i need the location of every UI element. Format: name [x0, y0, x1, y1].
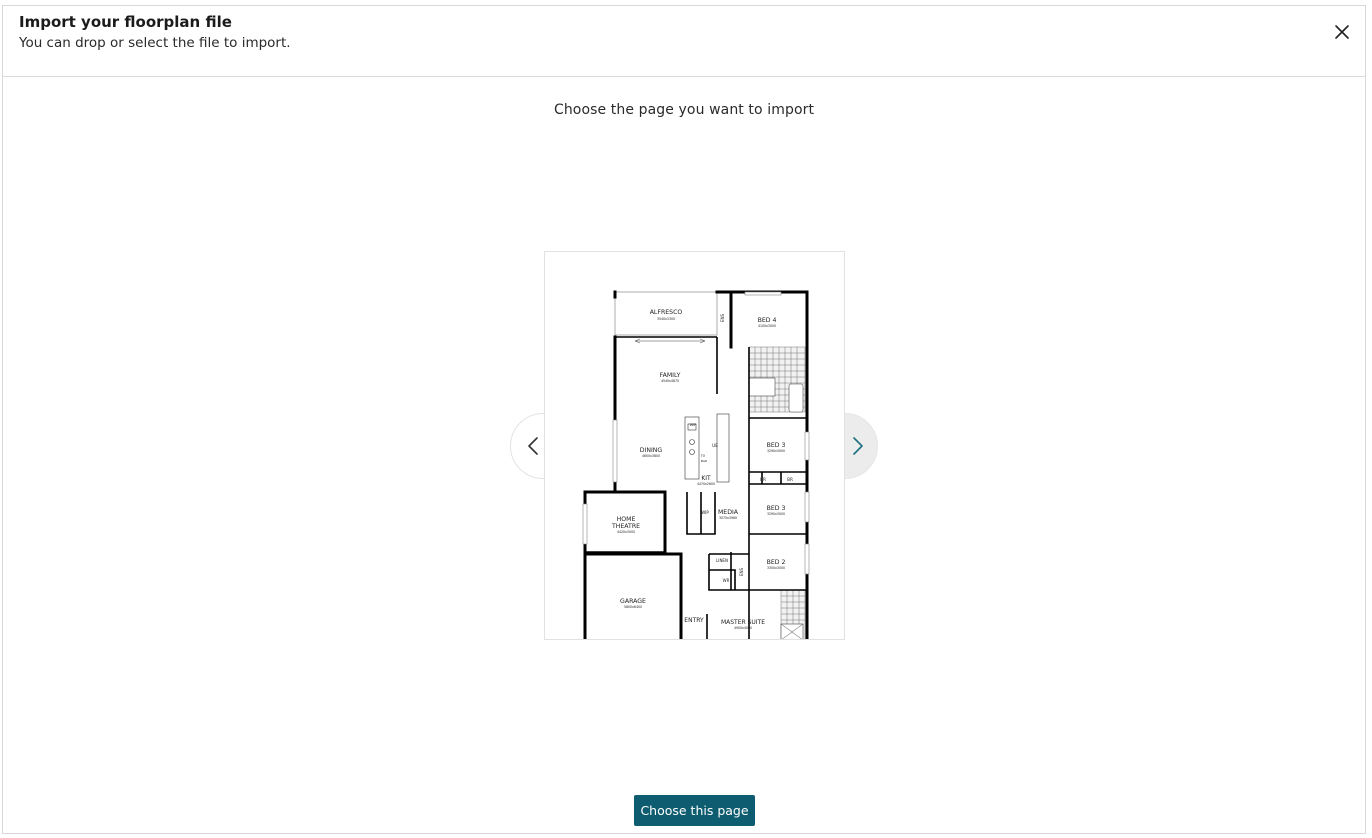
- svg-text:BR: BR: [760, 477, 766, 482]
- svg-text:MASTER SUITE: MASTER SUITE: [721, 619, 765, 626]
- svg-text:BED 3: BED 3: [767, 505, 786, 512]
- svg-text:4900x4000: 4900x4000: [734, 626, 752, 630]
- dialog-subtitle: You can drop or select the file to impor…: [19, 35, 291, 51]
- floorplan-drawing: ALFRESCO 3540x3300 BED 4 4100x3000 FAMIL…: [582, 290, 810, 639]
- svg-text:4600x3800: 4600x3800: [642, 454, 660, 458]
- svg-text:3290x3000: 3290x3000: [767, 512, 785, 516]
- svg-text:THEATRE: THEATRE: [611, 523, 640, 530]
- svg-text:ENS: ENS: [739, 568, 744, 577]
- svg-text:3290x3000: 3290x3000: [767, 449, 785, 453]
- svg-text:5800x6400: 5800x6400: [624, 605, 642, 609]
- svg-text:3075x3960: 3075x3960: [719, 516, 737, 520]
- svg-text:4100x3000: 4100x3000: [758, 324, 776, 328]
- svg-text:WIP: WIP: [690, 423, 697, 427]
- svg-text:BED 3: BED 3: [767, 442, 786, 449]
- svg-text:TV: TV: [700, 454, 706, 458]
- svg-text:4540x4870: 4540x4870: [661, 379, 679, 383]
- svg-text:3540x3300: 3540x3300: [657, 317, 675, 321]
- svg-text:UE: UE: [712, 443, 718, 448]
- svg-text:LINEN: LINEN: [716, 558, 728, 563]
- import-dialog: Import your floorplan file You can drop …: [2, 5, 1366, 834]
- svg-text:4470x2600: 4470x2600: [697, 482, 715, 486]
- chevron-right-icon: [853, 437, 863, 455]
- svg-text:WIP: WIP: [701, 510, 709, 515]
- svg-text:3300x3000: 3300x3000: [767, 566, 785, 570]
- svg-text:DINING: DINING: [640, 447, 663, 454]
- svg-text:4420x3000: 4420x3000: [617, 530, 635, 534]
- page-select-prompt: Choose the page you want to import: [553, 102, 815, 118]
- page-thumbnail[interactable]: ALFRESCO 3540x3300 BED 4 4100x3000 FAMIL…: [544, 251, 845, 640]
- choose-page-button[interactable]: Choose this page: [634, 795, 755, 826]
- chevron-left-icon: [528, 437, 538, 455]
- svg-text:FAMILY: FAMILY: [660, 372, 681, 379]
- close-icon: [1335, 25, 1349, 39]
- svg-text:GARAGE: GARAGE: [620, 598, 646, 605]
- svg-text:BED 2: BED 2: [767, 559, 786, 566]
- svg-text:BED 4: BED 4: [758, 317, 777, 324]
- svg-text:MEDIA: MEDIA: [718, 509, 739, 516]
- svg-text:HOME: HOME: [617, 516, 636, 523]
- dialog-title: Import your floorplan file: [19, 13, 232, 31]
- close-button[interactable]: [1331, 21, 1353, 43]
- svg-text:BR: BR: [787, 477, 793, 482]
- svg-text:KIT: KIT: [701, 475, 711, 482]
- svg-text:ENS: ENS: [720, 314, 725, 323]
- svg-text:ALFRESCO: ALFRESCO: [650, 309, 683, 316]
- svg-text:BAR: BAR: [701, 459, 707, 463]
- dialog-header: Import your floorplan file You can drop …: [3, 6, 1365, 77]
- svg-text:WR: WR: [723, 578, 730, 583]
- svg-text:ENTRY: ENTRY: [684, 617, 704, 624]
